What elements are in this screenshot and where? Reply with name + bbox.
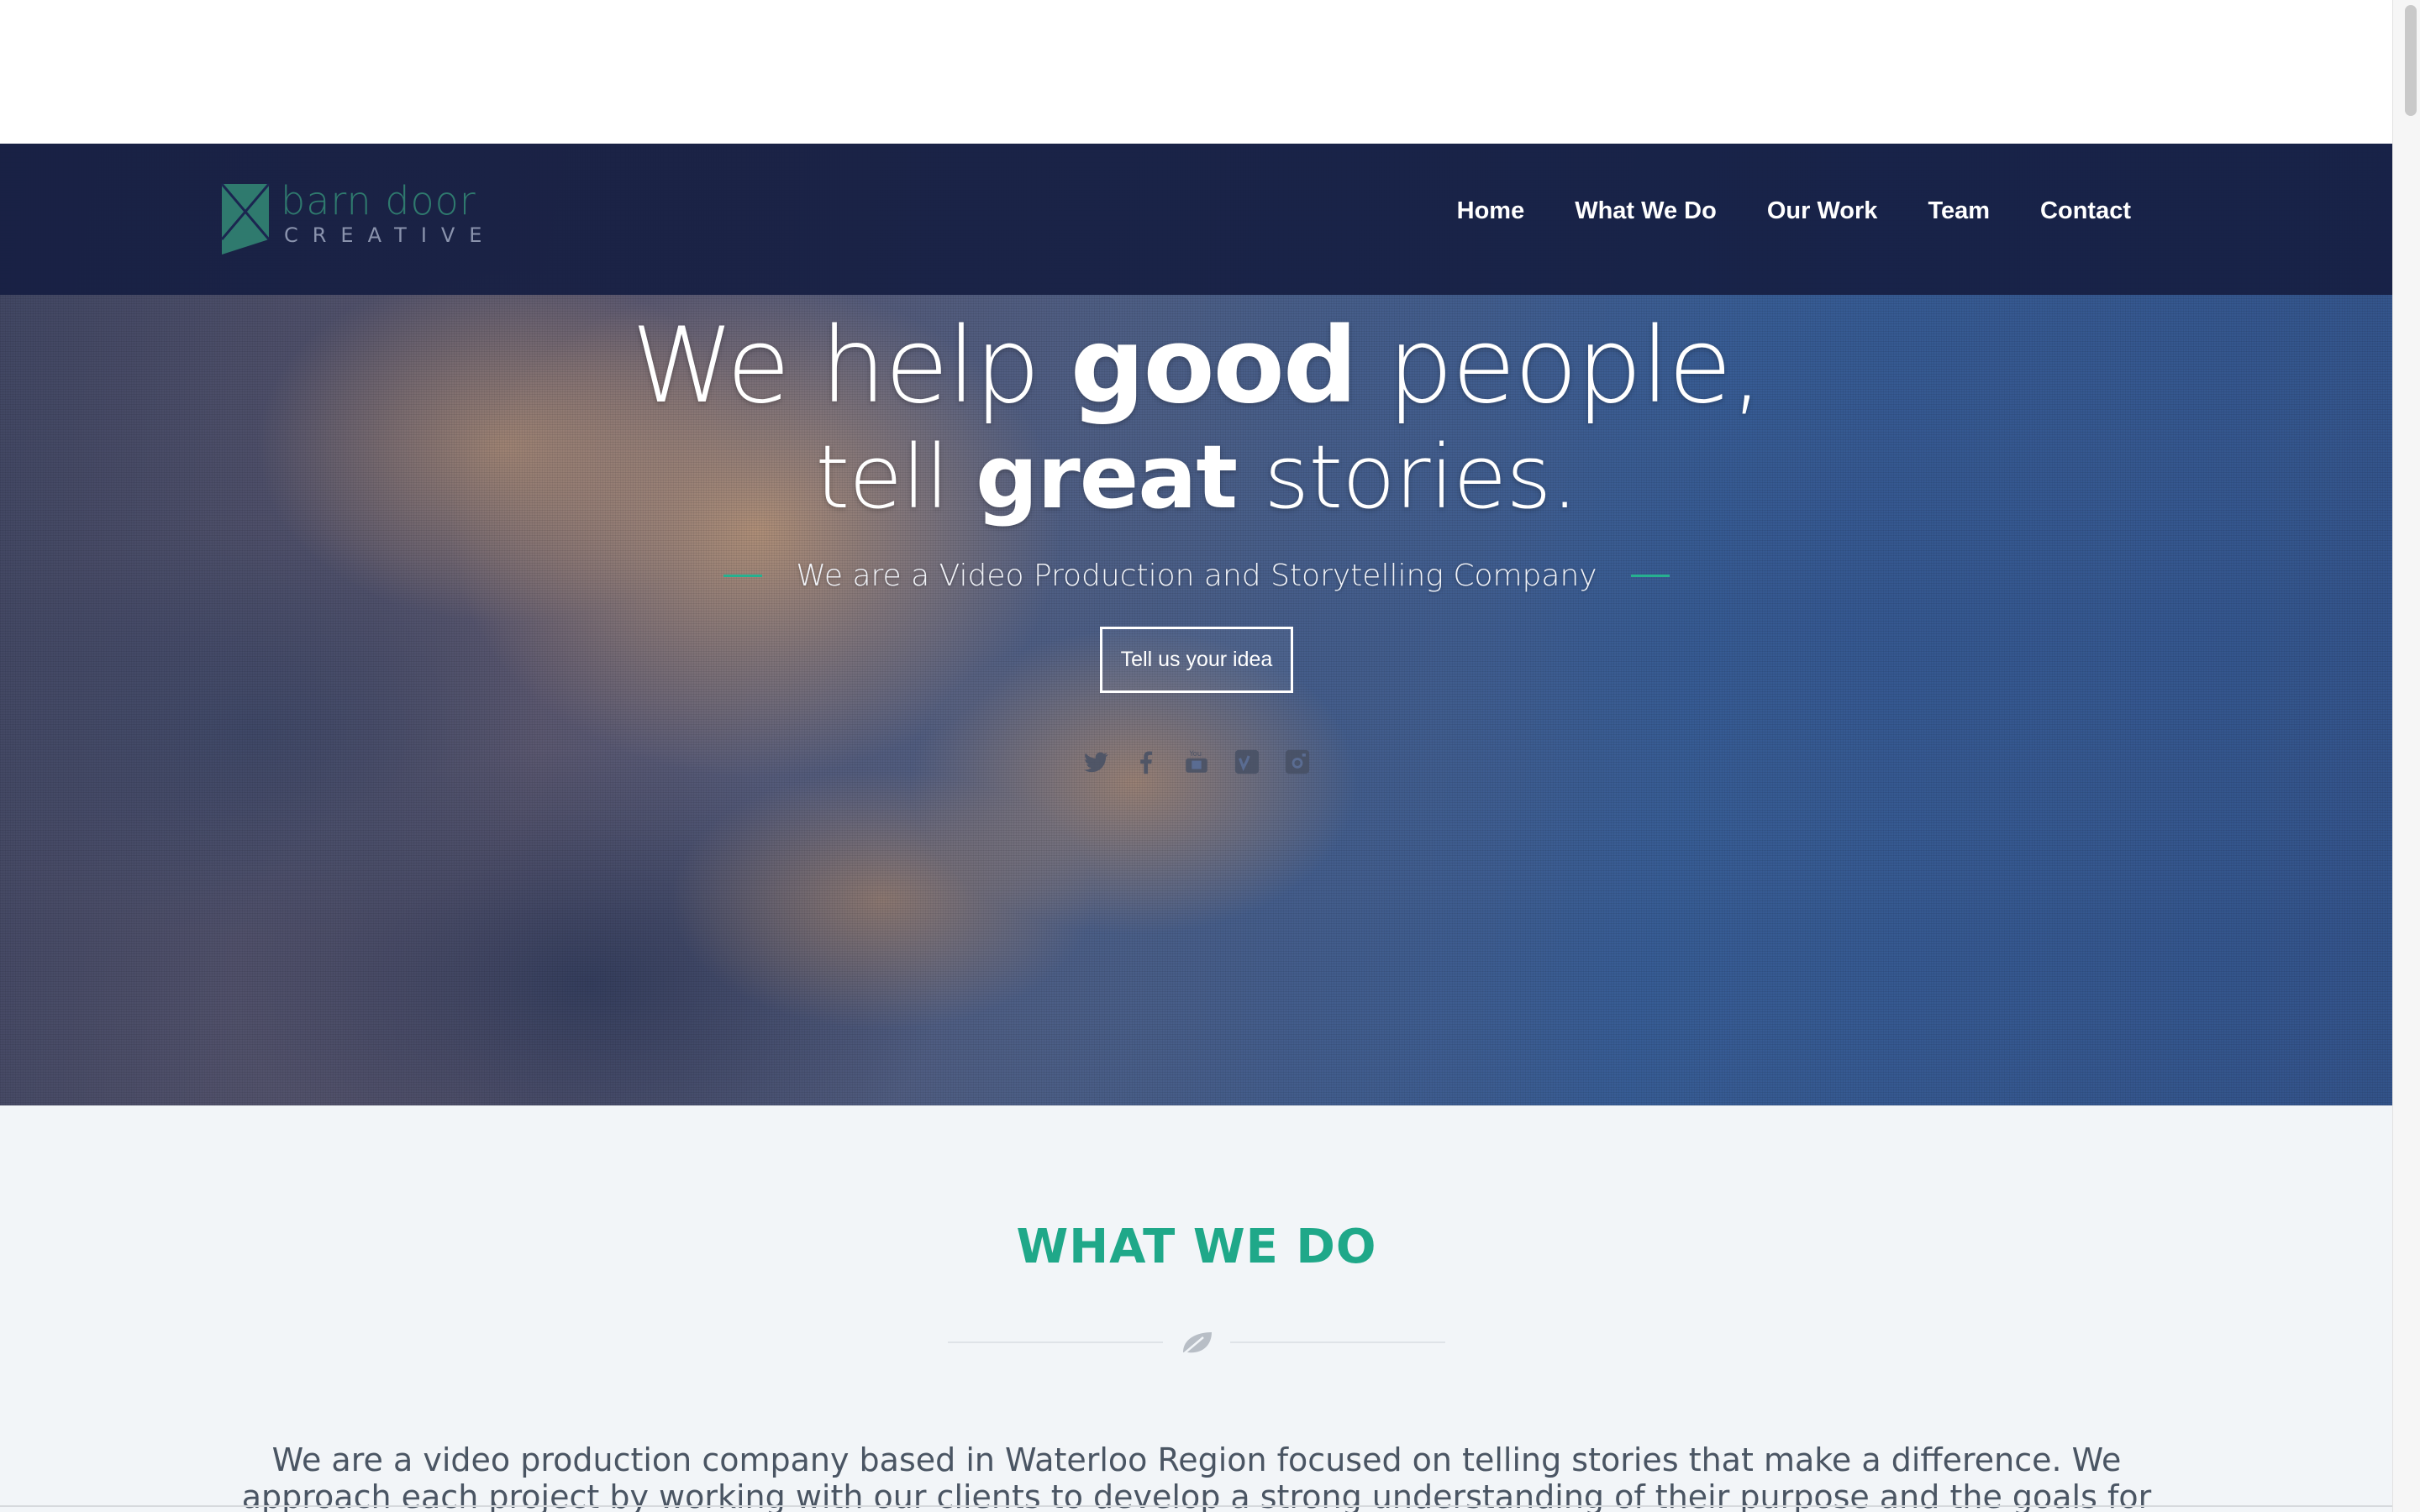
hero-section: barn door CREATIVE Home What We Do Our W… (0, 144, 2393, 1105)
nav-item-team[interactable]: Team (1928, 197, 1990, 225)
tagline-dash-left (723, 575, 763, 577)
nav-item-contact[interactable]: Contact (2040, 197, 2131, 225)
logo-wordmark: barn door (281, 178, 476, 223)
logo[interactable]: barn door CREATIVE (220, 177, 481, 261)
hero-headline-line-2: tell great stories. (0, 426, 2393, 528)
youtube-icon[interactable]: You (1181, 747, 1212, 777)
headline-2-bold: great (975, 426, 1238, 528)
vimeo-icon[interactable] (1232, 747, 1262, 777)
tell-us-your-idea-button[interactable]: Tell us your idea (1099, 627, 1294, 693)
headline-2-pre: tell (815, 426, 976, 528)
tagline-row: We are a Video Production and Storytelli… (0, 559, 2393, 593)
hero-content: We help good people, tell great stories.… (0, 303, 2393, 777)
page-top-blank (0, 0, 2393, 144)
leaf-icon (1181, 1332, 1212, 1357)
divider-line-left (948, 1341, 1163, 1343)
twitter-icon[interactable] (1081, 747, 1111, 777)
logo-subtitle: CREATIVE (284, 223, 497, 247)
nav-item-what-we-do[interactable]: What We Do (1575, 197, 1717, 225)
instagram-icon[interactable] (1282, 747, 1313, 777)
nav-item-our-work[interactable]: Our Work (1767, 197, 1878, 225)
hero-tagline: We are a Video Production and Storytelli… (796, 559, 1597, 593)
section-title: WHAT WE DO (1016, 1220, 1377, 1274)
barn-door-logo-icon (220, 183, 271, 255)
headline-2-post: stories. (1237, 426, 1578, 528)
tagline-dash-right (1630, 575, 1670, 577)
scrollbar-thumb[interactable] (2405, 5, 2417, 116)
what-we-do-description: We are a video production company based … (241, 1441, 2152, 1512)
navbar: barn door CREATIVE Home What We Do Our W… (0, 144, 2393, 295)
nav-item-home[interactable]: Home (1457, 197, 1525, 225)
main-nav: Home What We Do Our Work Team Contact (1457, 197, 2131, 225)
section-divider (948, 1326, 1445, 1359)
svg-text:You: You (1189, 750, 1202, 759)
bottom-rule (0, 1505, 2393, 1507)
hero-headline-line-1: We help good people, (0, 303, 2393, 429)
divider-line-right (1230, 1341, 1445, 1343)
headline-1-post: people, (1355, 306, 1764, 427)
facebook-icon[interactable] (1131, 747, 1161, 777)
scrollbar[interactable] (2392, 0, 2420, 1512)
headline-1-bold: good (1070, 306, 1358, 427)
headline-1-pre: We help (631, 306, 1071, 427)
browser-viewport: barn door CREATIVE Home What We Do Our W… (0, 0, 2420, 1512)
social-links: You (0, 747, 2393, 777)
what-we-do-section: WHAT WE DO We are a video production com… (0, 1105, 2393, 1512)
